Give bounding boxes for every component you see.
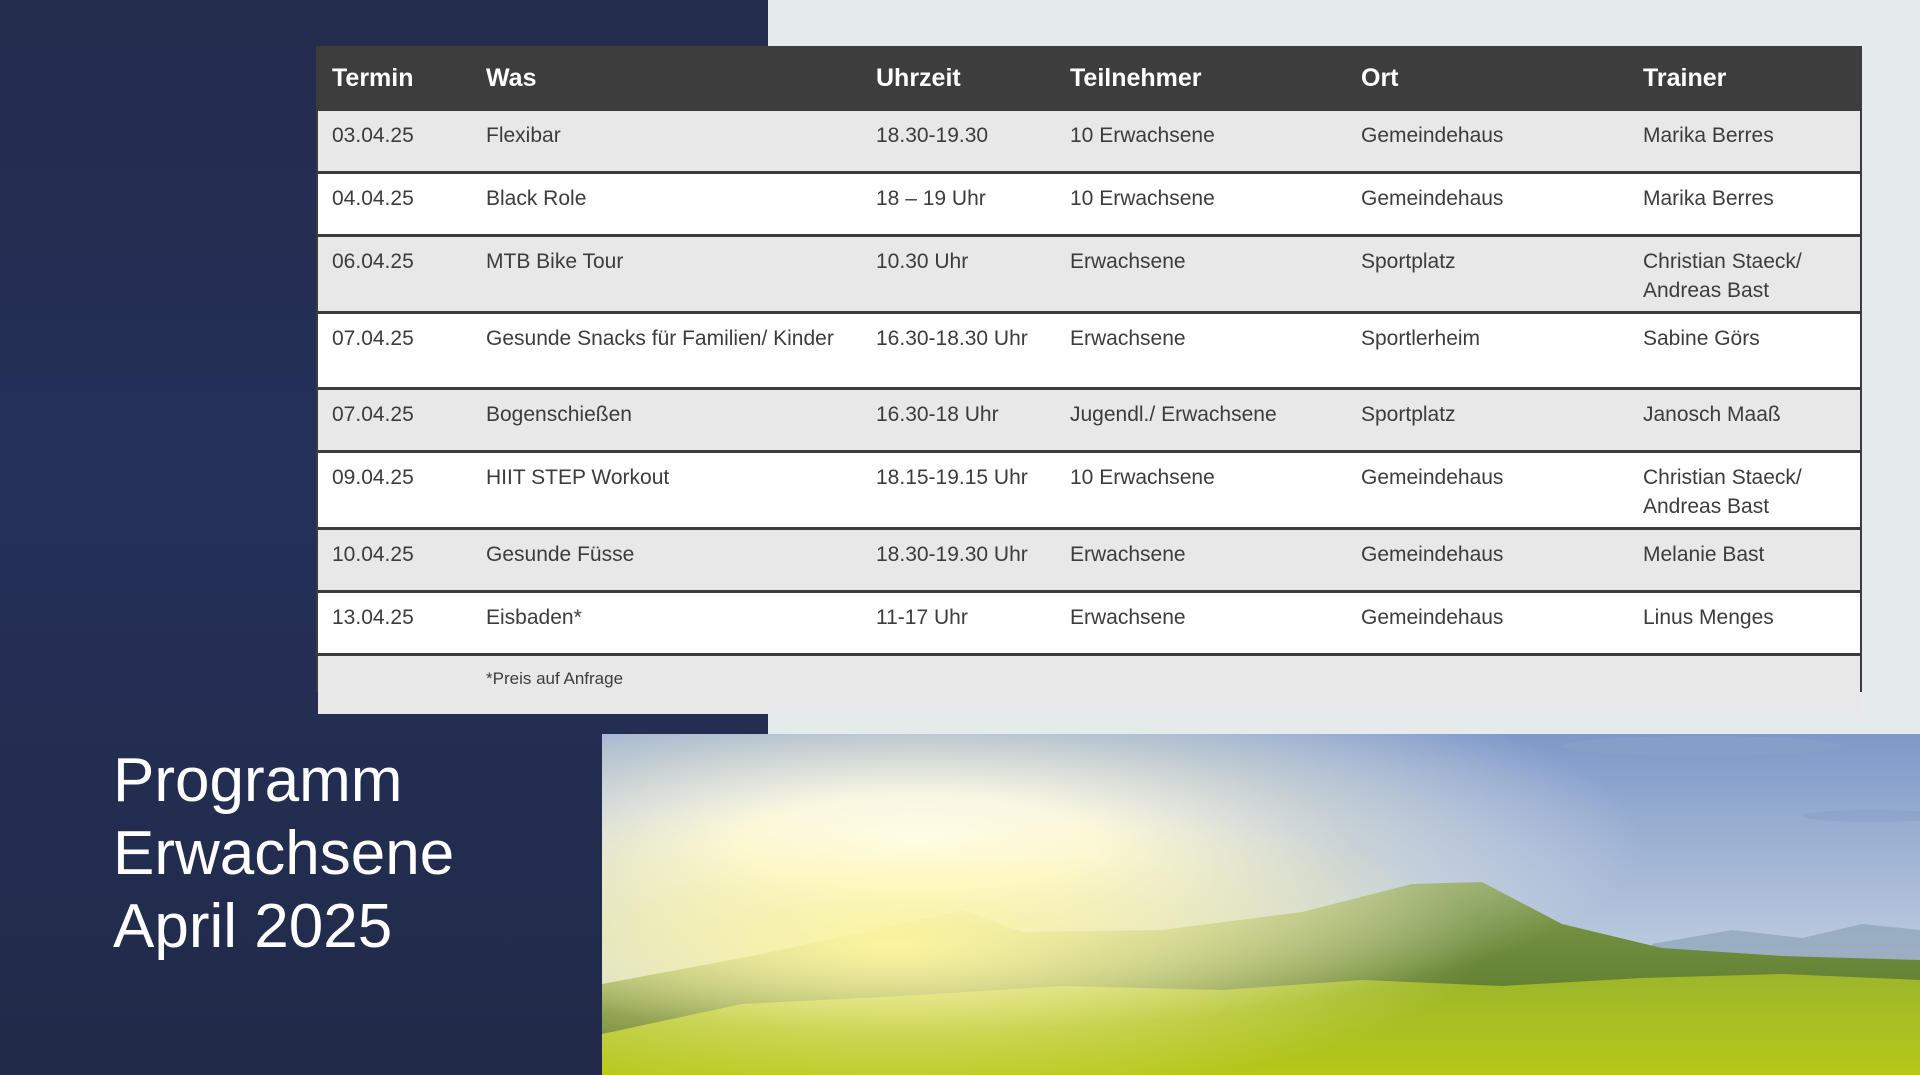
table-row: 03.04.25 Flexibar 18.30-19.30 10 Erwachs…	[318, 108, 1860, 173]
table-row: 10.04.25 Gesunde Füsse 18.30-19.30 Uhr E…	[318, 527, 1860, 592]
table-row: 09.04.25 HIIT STEP Workout 18.15-19.15 U…	[318, 450, 1860, 529]
table-footnote-row: *Preis auf Anfrage	[318, 653, 1860, 714]
cell-uhrzeit: 10.30 Uhr	[862, 234, 1056, 313]
slide-title: Programm Erwachsene April 2025	[113, 744, 573, 963]
cell-uhrzeit: 18.30-19.30	[862, 108, 1056, 173]
cell-was: Eisbaden*	[472, 590, 862, 655]
cell-trainer: Marika Berres	[1629, 171, 1860, 236]
cell-termin: 07.04.25	[318, 387, 472, 452]
cell-was: MTB Bike Tour	[472, 234, 862, 313]
cell-termin: 09.04.25	[318, 450, 472, 529]
cell-teilnehmer: Erwachsene	[1056, 311, 1347, 389]
cell-was: Flexibar	[472, 108, 862, 173]
cell-teilnehmer: Jugendl./ Erwachsene	[1056, 387, 1347, 452]
cell-trainer: Christian Staeck/ Andreas Bast	[1629, 234, 1860, 313]
cell-teilnehmer: 10 Erwachsene	[1056, 450, 1347, 529]
cell-ort: Sportlerheim	[1347, 311, 1629, 389]
cell-was: Bogenschießen	[472, 387, 862, 452]
cell-teilnehmer: Erwachsene	[1056, 234, 1347, 313]
cell-uhrzeit: 16.30-18 Uhr	[862, 387, 1056, 452]
header-uhrzeit: Uhrzeit	[862, 48, 1056, 110]
cell-ort: Gemeindehaus	[1347, 108, 1629, 173]
cell-uhrzeit: 11-17 Uhr	[862, 590, 1056, 655]
cell-ort: Gemeindehaus	[1347, 527, 1629, 592]
cell-teilnehmer: Erwachsene	[1056, 527, 1347, 592]
cell-empty	[318, 653, 472, 714]
header-was: Was	[472, 48, 862, 110]
cell-was: Gesunde Füsse	[472, 527, 862, 592]
cell-trainer: Linus Menges	[1629, 590, 1860, 655]
program-table: Termin Was Uhrzeit Teilnehmer Ort Traine…	[316, 46, 1862, 714]
cell-ort: Gemeindehaus	[1347, 590, 1629, 655]
table-row: 06.04.25 MTB Bike Tour 10.30 Uhr Erwachs…	[318, 234, 1860, 313]
table-row: 04.04.25 Black Role 18 – 19 Uhr 10 Erwac…	[318, 171, 1860, 236]
cell-teilnehmer: Erwachsene	[1056, 590, 1347, 655]
header-trainer: Trainer	[1629, 48, 1860, 110]
cell-trainer: Marika Berres	[1629, 108, 1860, 173]
header-termin: Termin	[318, 48, 472, 110]
cell-teilnehmer: 10 Erwachsene	[1056, 171, 1347, 236]
cell-trainer: Christian Staeck/ Andreas Bast	[1629, 450, 1860, 529]
cell-ort: Gemeindehaus	[1347, 450, 1629, 529]
cell-termin: 06.04.25	[318, 234, 472, 313]
table-header-row: Termin Was Uhrzeit Teilnehmer Ort Traine…	[318, 48, 1860, 110]
table-row: 07.04.25 Gesunde Snacks für Familien/ Ki…	[318, 311, 1860, 389]
header-ort: Ort	[1347, 48, 1629, 110]
cell-trainer: Janosch Maaß	[1629, 387, 1860, 452]
cell-teilnehmer: 10 Erwachsene	[1056, 108, 1347, 173]
cell-was: Gesunde Snacks für Familien/ Kinder	[472, 311, 862, 389]
table-row: 13.04.25 Eisbaden* 11-17 Uhr Erwachsene …	[318, 590, 1860, 655]
header-teilnehmer: Teilnehmer	[1056, 48, 1347, 110]
cell-termin: 04.04.25	[318, 171, 472, 236]
cell-uhrzeit: 16.30-18.30 Uhr	[862, 311, 1056, 389]
title-line: Programm	[113, 746, 403, 815]
cell-termin: 13.04.25	[318, 590, 472, 655]
cell-termin: 03.04.25	[318, 108, 472, 173]
table-row: 07.04.25 Bogenschießen 16.30-18 Uhr Juge…	[318, 387, 1860, 452]
title-line: Erwachsene	[113, 819, 455, 888]
cell-was: Black Role	[472, 171, 862, 236]
cell-uhrzeit: 18.15-19.15 Uhr	[862, 450, 1056, 529]
cell-ort: Sportplatz	[1347, 387, 1629, 452]
cell-trainer: Melanie Bast	[1629, 527, 1860, 592]
footnote: *Preis auf Anfrage	[472, 653, 1860, 714]
cell-ort: Sportplatz	[1347, 234, 1629, 313]
landscape-photo	[602, 734, 1920, 1075]
cell-was: HIIT STEP Workout	[472, 450, 862, 529]
cell-uhrzeit: 18 – 19 Uhr	[862, 171, 1056, 236]
title-line: April 2025	[113, 892, 393, 961]
cell-trainer: Sabine Görs	[1629, 311, 1860, 389]
cell-uhrzeit: 18.30-19.30 Uhr	[862, 527, 1056, 592]
cell-termin: 10.04.25	[318, 527, 472, 592]
cell-ort: Gemeindehaus	[1347, 171, 1629, 236]
cell-termin: 07.04.25	[318, 311, 472, 389]
